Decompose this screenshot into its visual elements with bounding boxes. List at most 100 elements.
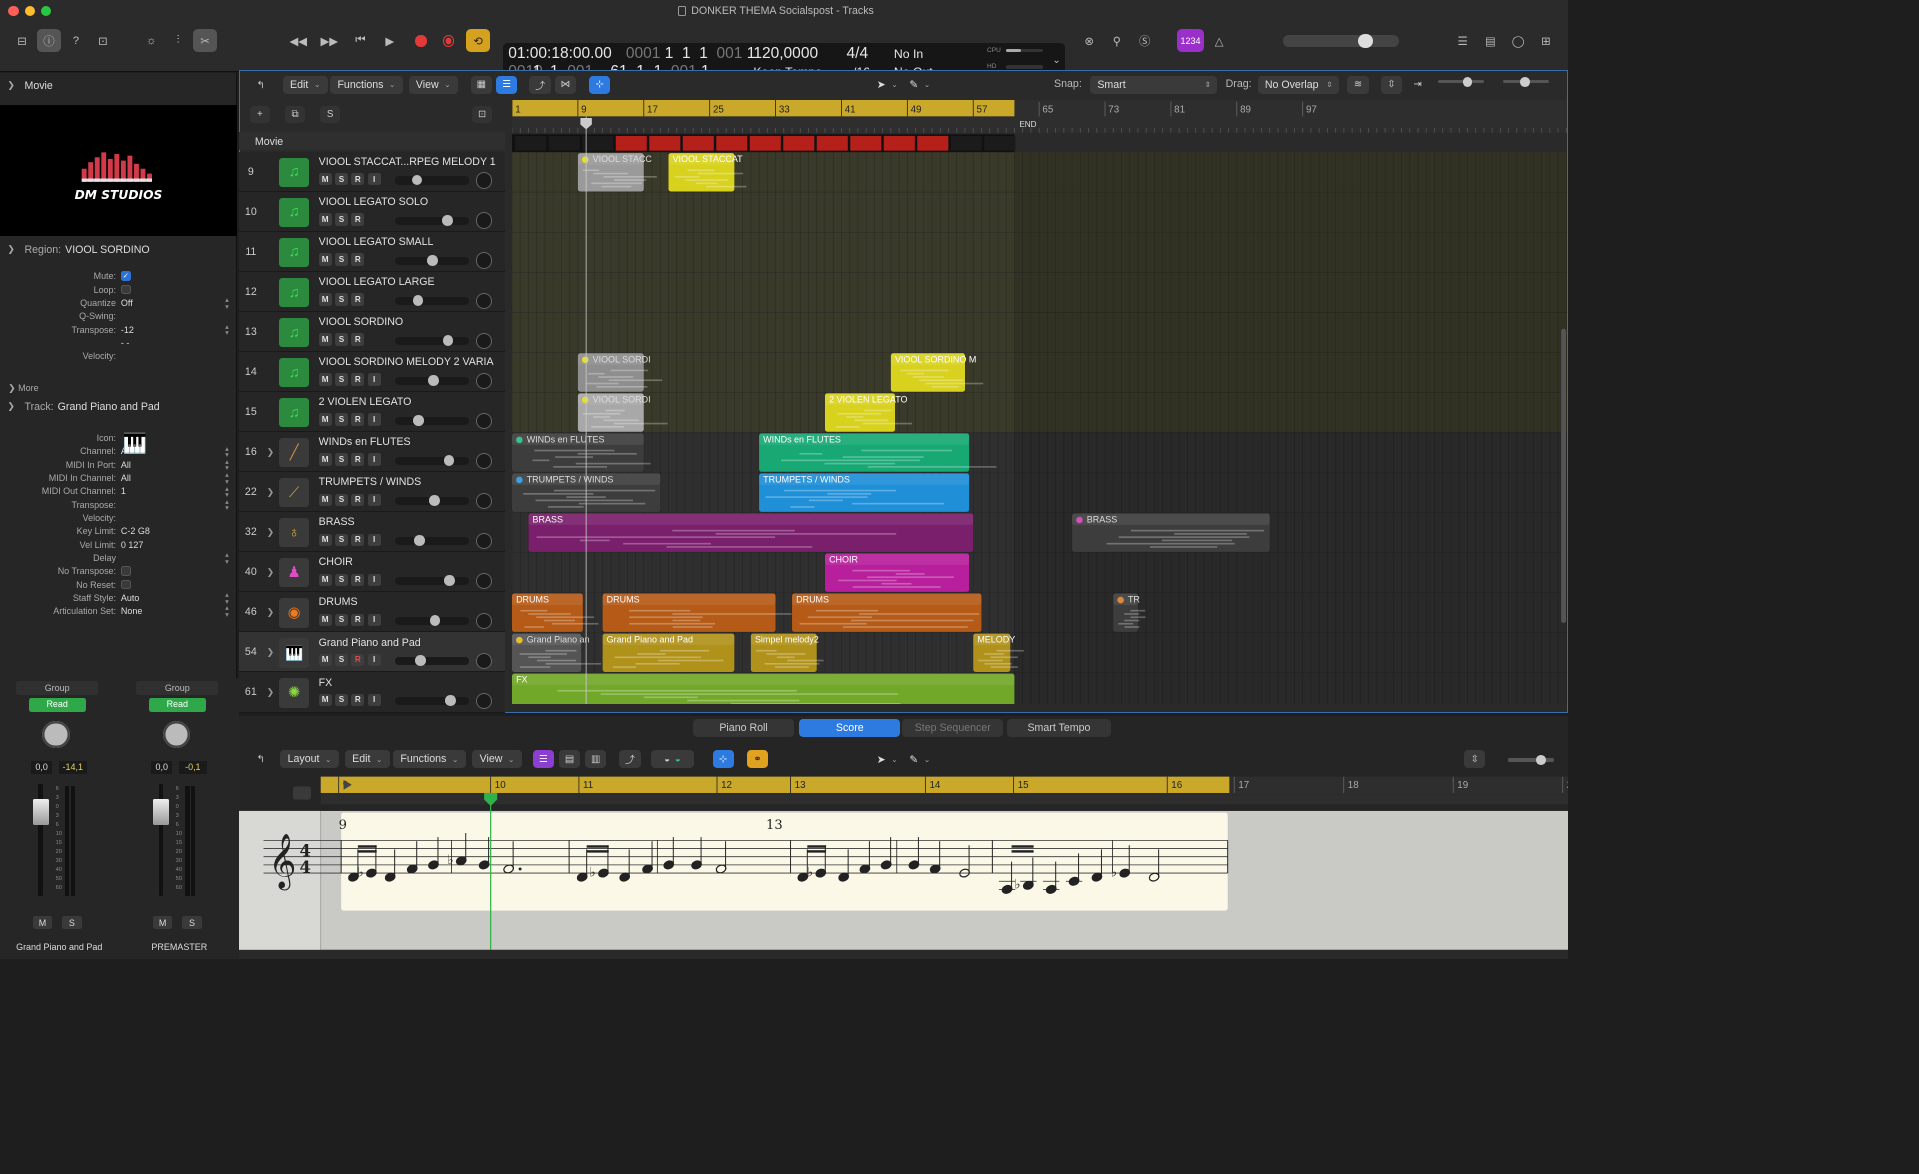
rewind-button[interactable]: ◀◀	[286, 29, 311, 52]
fast-forward-button[interactable]: ▶▶	[317, 29, 342, 52]
solo-button[interactable]: S	[334, 293, 349, 306]
page-view-button[interactable]: ▥	[585, 750, 607, 769]
editor-automation-button[interactable]: ⤴	[619, 750, 641, 769]
group-slot[interactable]: Group	[136, 681, 219, 695]
track-name[interactable]: DRUMS	[319, 596, 358, 608]
record-button[interactable]: R	[351, 613, 365, 626]
track-volume-knob[interactable]	[445, 695, 456, 706]
track-pan-knob[interactable]	[475, 172, 492, 189]
track-volume-knob[interactable]	[442, 214, 453, 226]
track-section-header[interactable]: ❯ Track: Grand Piano and Pad	[0, 395, 237, 418]
arrange-area[interactable]: 1 9 17 25 33 41 49 57 65 73 81 89 97 END VIOOL STACC VI…	[511, 99, 1568, 705]
region[interactable]: DRUMS	[602, 593, 792, 632]
track-header[interactable]: 54 ❯ 🎹 Grand Piano and Pad M S R I	[238, 632, 505, 673]
group-slot[interactable]: Group	[16, 681, 99, 695]
zoom-window-button[interactable]	[40, 5, 52, 17]
volume-fader[interactable]	[152, 799, 170, 826]
capture-recording-button[interactable]	[436, 29, 461, 52]
region[interactable]: TRUMPETS / WINDS	[758, 473, 969, 512]
track-pan-knob[interactable]	[475, 692, 492, 710]
horizontal-scrollbar[interactable]	[238, 949, 1568, 960]
editor-catch-button[interactable]: ⊹	[712, 750, 734, 769]
mute-button[interactable]: M	[318, 493, 332, 506]
input-monitor-button[interactable]: I	[367, 413, 381, 426]
editor-zoom-slider[interactable]	[1508, 755, 1555, 765]
track-name[interactable]: VIOOL SORDINO MELODY 2 VARIA	[319, 356, 494, 368]
editor-back-button[interactable]: ↰	[250, 750, 271, 768]
notepad-button[interactable]: ▤	[1478, 29, 1503, 52]
linear-view-button[interactable]: ▤	[558, 750, 581, 769]
expand-chevron-icon[interactable]: ❯	[263, 592, 278, 632]
flex-button[interactable]: ⋈	[554, 75, 577, 94]
volume-fader[interactable]	[32, 799, 49, 826]
mute-button[interactable]: M	[318, 213, 332, 226]
record-button[interactable]: R	[351, 173, 365, 186]
solo-button[interactable]: S	[62, 915, 82, 930]
tab-piano-roll[interactable]: Piano Roll	[692, 719, 795, 738]
updown-icon[interactable]: ▴ ▾	[225, 604, 229, 618]
solo-button[interactable]: S	[334, 613, 349, 626]
track-volume-slider[interactable]	[395, 495, 469, 506]
record-button[interactable]: R	[351, 493, 365, 506]
track-header[interactable]: 32 ❯ ♁ BRASS M S R I	[238, 512, 505, 553]
solo-button[interactable]: S	[334, 493, 349, 506]
catch-button[interactable]: ⊹	[589, 75, 611, 94]
solo-button[interactable]: S	[334, 533, 349, 546]
record-button[interactable]: R	[351, 213, 365, 226]
low-latency-button[interactable]: ⊗	[1077, 29, 1102, 52]
track-header[interactable]: 14 ♫ VIOOL SORDINO MELODY 2 VARIA M S R I	[238, 352, 505, 393]
quick-help-button[interactable]: ?	[64, 29, 89, 52]
pan-knob[interactable]	[162, 720, 191, 749]
track-pan-knob[interactable]	[475, 212, 492, 229]
input-monitor-button[interactable]: I	[367, 533, 381, 546]
record-button[interactable]: R	[351, 693, 365, 706]
solo-button[interactable]: S	[334, 693, 349, 706]
record-button[interactable]: R	[351, 653, 365, 666]
track-header[interactable]: 16 ❯ ╱ WINDs en FLUTES M S R I	[238, 432, 505, 473]
track-name[interactable]: VIOOL LEGATO SOLO	[319, 196, 428, 208]
track-pan-knob[interactable]	[475, 612, 492, 630]
track-volume-knob[interactable]	[428, 375, 439, 386]
input-monitor-button[interactable]: I	[367, 453, 381, 466]
solo-button[interactable]: S	[334, 653, 349, 666]
track-pan-knob[interactable]	[475, 252, 492, 269]
mute-button[interactable]: M	[318, 653, 332, 666]
property-value[interactable]: - -	[121, 338, 129, 348]
loop-browser-button[interactable]: ◯	[1506, 29, 1531, 52]
mute-button[interactable]: M	[318, 613, 332, 626]
solo-button[interactable]: S	[182, 915, 202, 930]
track-volume-knob[interactable]	[443, 455, 455, 466]
region[interactable]: CHOIR	[824, 553, 969, 592]
count-in-button[interactable]: 1234	[1177, 29, 1204, 53]
track-volume-slider[interactable]	[395, 214, 469, 226]
track-name[interactable]: Grand Piano and Pad	[319, 637, 421, 649]
input-monitor-button[interactable]: I	[367, 493, 381, 506]
track-name[interactable]: VIOOL SORDINO	[319, 316, 404, 328]
track-header[interactable]: 15 ♫ 2 VIOLEN LEGATO M S R I	[238, 392, 505, 433]
mute-button[interactable]: M	[32, 915, 53, 930]
region[interactable]: Grand Piano and Pad	[602, 633, 734, 672]
track-volume-knob[interactable]	[414, 535, 425, 546]
track-volume-slider[interactable]	[395, 695, 469, 706]
mute-button[interactable]: M	[152, 915, 173, 930]
expand-chevron-icon[interactable]: ❯	[263, 472, 278, 512]
solo-button[interactable]: Ⓢ	[1133, 29, 1158, 52]
track-header[interactable]: 40 ❯ ♟ CHOIR M S R I	[238, 552, 505, 593]
inspector-button[interactable]: ⓘ	[36, 29, 62, 53]
input-monitor-button[interactable]: I	[367, 573, 381, 586]
property-value[interactable]: 0 127	[121, 540, 143, 550]
track-alternatives-button[interactable]: ⊡	[472, 106, 492, 123]
track-header[interactable]: 10 ♫ VIOOL LEGATO SOLO M S R	[238, 192, 505, 233]
track-volume-slider[interactable]	[395, 335, 469, 346]
pencil-tool-menu[interactable]: ✎ ⌄	[902, 76, 937, 94]
property-value[interactable]: All	[121, 460, 131, 470]
track-pan-knob[interactable]	[475, 652, 492, 670]
track-name[interactable]: CHOIR	[319, 556, 353, 568]
lcd-menu-chevron-icon[interactable]: ⌄	[1052, 55, 1060, 66]
solo-button[interactable]: S	[334, 213, 349, 226]
close-window-button[interactable]	[8, 5, 19, 17]
track-volume-knob[interactable]	[428, 495, 440, 506]
midi-in-out-button[interactable]: ◒ ◒	[651, 750, 694, 769]
track-volume-knob[interactable]	[427, 254, 438, 266]
mute-button[interactable]: M	[318, 333, 332, 346]
